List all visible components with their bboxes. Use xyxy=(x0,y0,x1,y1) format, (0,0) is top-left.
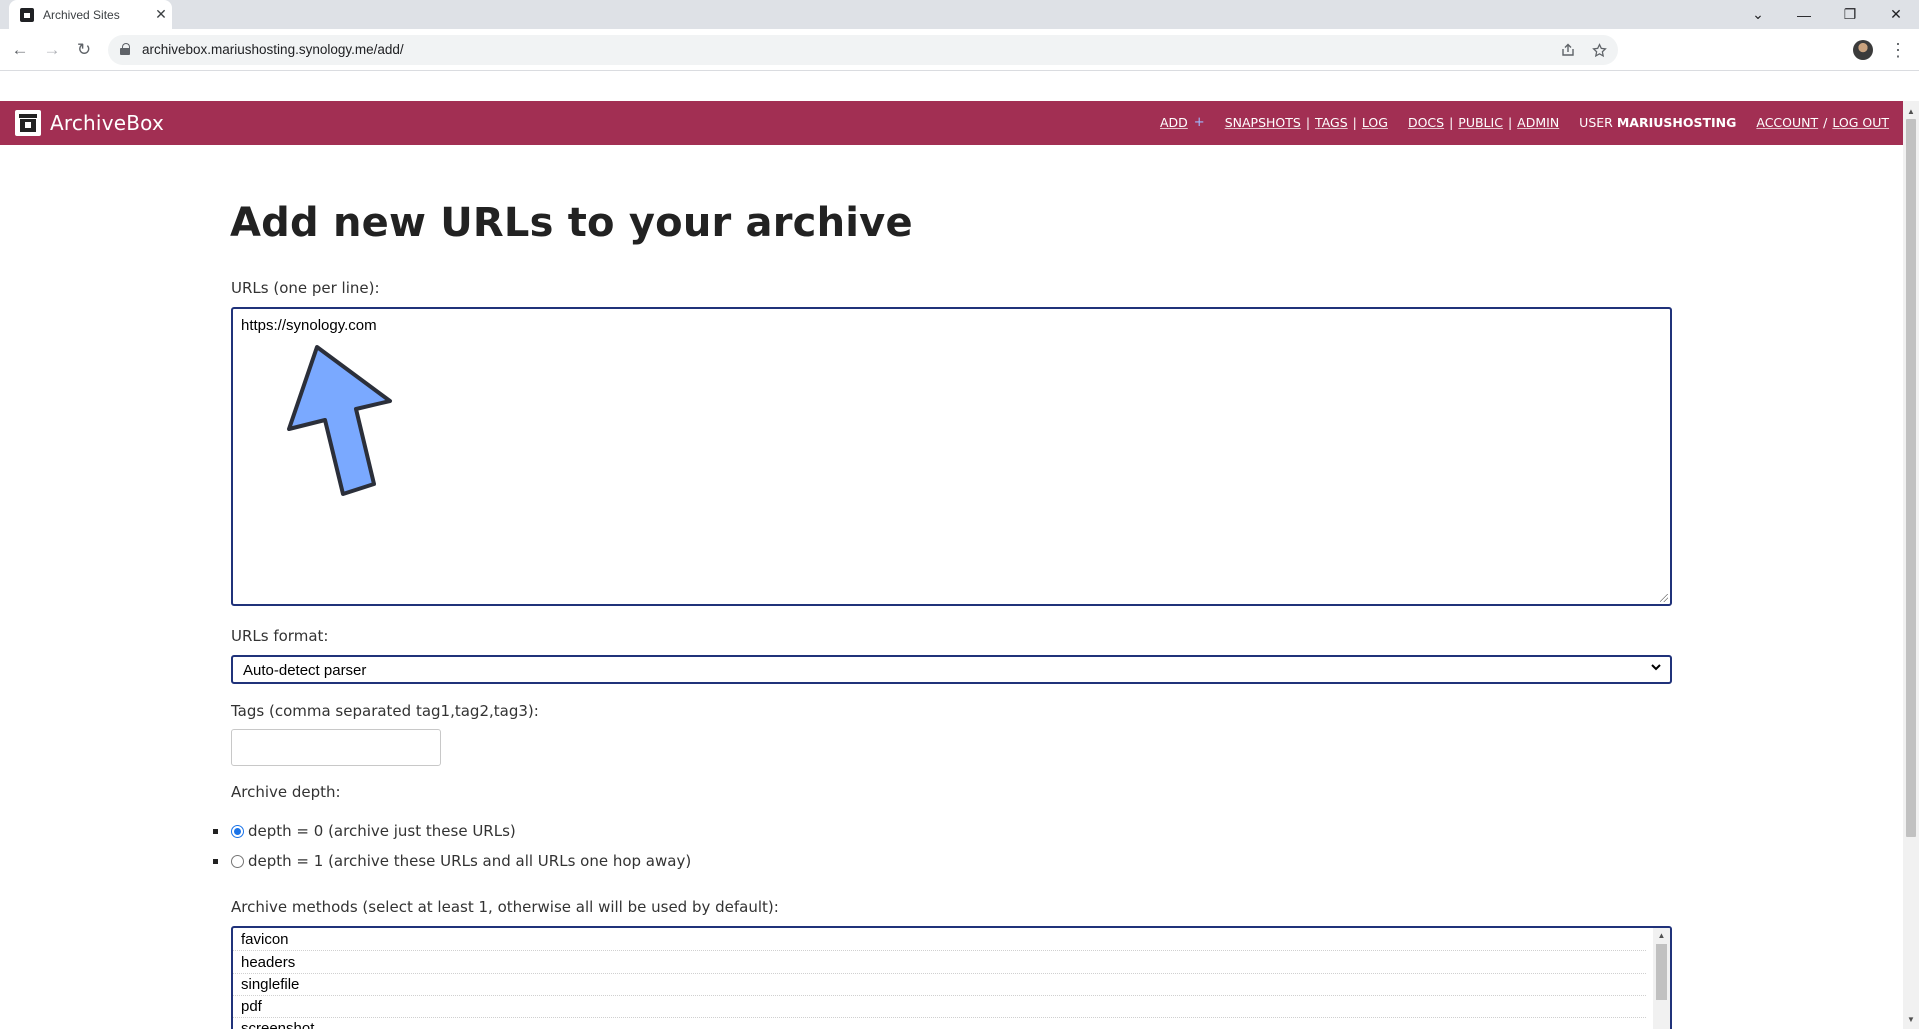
browser-tab[interactable]: Archived Sites ✕ xyxy=(9,0,172,29)
minimize-button[interactable]: — xyxy=(1781,0,1827,29)
nav-tags-link[interactable]: TAGS xyxy=(1315,115,1348,130)
archivebox-favicon-icon xyxy=(20,7,34,22)
browser-tab-strip: Archived Sites ✕ ⌄ — ❐ ✕ xyxy=(0,0,1919,29)
brand-link[interactable]: ArchiveBox xyxy=(15,110,164,136)
depth-1-label[interactable]: depth = 1 (archive these URLs and all UR… xyxy=(248,852,691,870)
format-label: URLs format: xyxy=(231,627,329,645)
tab-close-icon[interactable]: ✕ xyxy=(150,6,172,23)
method-option[interactable]: headers xyxy=(233,952,1646,974)
tab-search-chevron-icon[interactable]: ⌄ xyxy=(1735,0,1781,29)
methods-scrollbar[interactable]: ▲ xyxy=(1653,928,1670,1029)
browser-toolbar: ← → ↻ archivebox.mariushosting.synology.… xyxy=(0,29,1919,71)
current-user: USER MARIUSHOSTING xyxy=(1579,115,1737,130)
reload-icon[interactable]: ↻ xyxy=(71,37,97,63)
nav-docs-link[interactable]: DOCS xyxy=(1408,115,1444,130)
tags-label: Tags (comma separated tag1,tag2,tag3): xyxy=(231,702,539,720)
methods-label: Archive methods (select at least 1, othe… xyxy=(231,898,779,916)
nav-public-link[interactable]: PUBLIC xyxy=(1458,115,1503,130)
close-window-button[interactable]: ✕ xyxy=(1873,0,1919,29)
tab-title: Archived Sites xyxy=(43,7,120,22)
tags-input[interactable] xyxy=(231,729,441,766)
kebab-menu-icon[interactable]: ⋮ xyxy=(1886,38,1910,62)
scrollbar-thumb[interactable] xyxy=(1906,119,1916,837)
urls-textarea-value[interactable]: https://synology.com xyxy=(241,317,377,334)
nav-logout-link[interactable]: LOG OUT xyxy=(1832,115,1889,130)
header-nav: ADD + SNAPSHOTS | TAGS | LOG DOCS | PUBL… xyxy=(1159,115,1889,130)
archivebox-logo-icon xyxy=(15,110,41,136)
forward-arrow-icon[interactable]: → xyxy=(39,37,65,63)
method-option[interactable]: pdf xyxy=(233,996,1646,1018)
nav-add-link[interactable]: ADD xyxy=(1160,115,1188,130)
nav-log-link[interactable]: LOG xyxy=(1362,115,1388,130)
urls-label: URLs (one per line): xyxy=(231,279,380,297)
method-option[interactable]: screenshot xyxy=(233,1018,1646,1029)
depth-1-radio[interactable] xyxy=(231,854,244,868)
page-title: Add new URLs to your archive xyxy=(230,200,913,246)
brand-title: ArchiveBox xyxy=(50,111,165,135)
plus-icon[interactable]: + xyxy=(1194,115,1205,130)
username: MARIUSHOSTING xyxy=(1616,115,1737,130)
urls-format-value[interactable]: Auto-detect parser xyxy=(243,662,366,679)
list-bullet xyxy=(213,828,218,834)
nav-account-link[interactable]: ACCOUNT xyxy=(1756,115,1818,130)
profile-avatar[interactable] xyxy=(1853,40,1873,60)
app-header: ArchiveBox ADD + SNAPSHOTS | TAGS | LOG … xyxy=(0,101,1903,145)
back-arrow-icon[interactable]: ← xyxy=(7,37,33,63)
method-option[interactable]: favicon xyxy=(233,929,1646,951)
depth-0-radio[interactable] xyxy=(231,824,244,838)
nav-snapshots-link[interactable]: SNAPSHOTS xyxy=(1225,115,1301,130)
archive-methods-multiselect[interactable]: favicon headers singlefile pdf screensho… xyxy=(231,926,1672,1029)
lock-icon[interactable] xyxy=(120,43,130,55)
depth-option-1[interactable]: depth = 1 (archive these URLs and all UR… xyxy=(213,852,691,870)
star-icon[interactable] xyxy=(1589,40,1609,60)
address-bar[interactable]: archivebox.mariushosting.synology.me/add… xyxy=(108,35,1618,65)
scroll-down-arrow-icon[interactable]: ▼ xyxy=(1903,1011,1919,1027)
scrollbar-thumb[interactable] xyxy=(1656,944,1667,1000)
page-scrollbar[interactable]: ▲ ▼ xyxy=(1903,101,1919,1029)
depth-0-label[interactable]: depth = 0 (archive just these URLs) xyxy=(248,822,516,840)
method-option[interactable]: singlefile xyxy=(233,974,1646,996)
chevron-down-icon[interactable] xyxy=(1650,661,1662,676)
nav-admin-link[interactable]: ADMIN xyxy=(1517,115,1559,130)
restore-button[interactable]: ❐ xyxy=(1827,0,1873,29)
depth-option-0[interactable]: depth = 0 (archive just these URLs) xyxy=(213,822,516,840)
scroll-up-arrow-icon[interactable]: ▲ xyxy=(1903,103,1919,119)
pointer-arrow-annotation-icon xyxy=(287,345,392,496)
resize-grip-icon[interactable] xyxy=(1660,594,1668,602)
depth-label: Archive depth: xyxy=(231,783,341,801)
list-bullet xyxy=(213,858,218,864)
address-url[interactable]: archivebox.mariushosting.synology.me/add… xyxy=(142,42,404,57)
scroll-up-arrow-icon[interactable]: ▲ xyxy=(1653,928,1670,942)
urls-format-select[interactable]: Auto-detect parser xyxy=(231,655,1672,684)
share-icon[interactable] xyxy=(1558,40,1578,60)
urls-textarea[interactable]: https://synology.com xyxy=(231,307,1672,606)
